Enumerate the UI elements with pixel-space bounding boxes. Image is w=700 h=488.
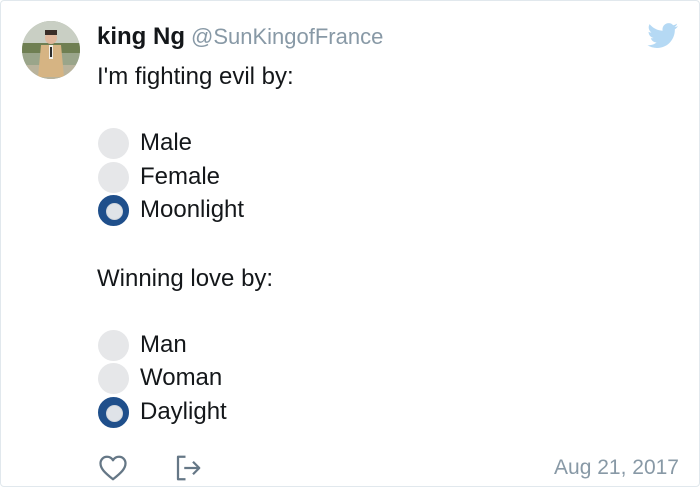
poll-option-daylight[interactable]: Daylight <box>98 396 227 428</box>
radio-unselected-icon[interactable] <box>98 362 129 394</box>
author-name[interactable]: king Ng <box>97 23 185 50</box>
option-label: Woman <box>140 364 223 391</box>
tweet-card: king Ng @SunKingofFrance I'm fighting evi… <box>0 0 700 487</box>
heart-icon[interactable] <box>98 453 128 483</box>
tweet-date[interactable]: Aug 21, 2017 <box>554 456 679 480</box>
poll-option-male[interactable]: Male <box>98 127 192 159</box>
radio-selected-icon[interactable] <box>98 194 129 226</box>
poll-option-woman[interactable]: Woman <box>98 362 222 394</box>
tweet-text-line-2: Winning love by: <box>97 265 274 292</box>
radio-unselected-icon[interactable] <box>98 127 129 159</box>
option-label: Daylight <box>140 398 227 425</box>
tweet-text-line-1: I'm fighting evil by: <box>97 63 294 90</box>
avatar[interactable] <box>22 21 80 79</box>
option-label: Man <box>140 331 187 358</box>
radio-selected-icon[interactable] <box>98 396 129 428</box>
poll-option-female[interactable]: Female <box>98 161 220 193</box>
share-icon[interactable] <box>173 453 203 483</box>
option-label: Female <box>140 163 221 190</box>
poll-option-moonlight[interactable]: Moonlight <box>98 194 244 226</box>
poll-option-man[interactable]: Man <box>98 329 187 361</box>
option-label: Moonlight <box>140 196 245 223</box>
radio-unselected-icon[interactable] <box>98 161 129 193</box>
option-label: Male <box>140 129 193 156</box>
twitter-bird-icon[interactable] <box>647 23 679 49</box>
author-handle[interactable]: @SunKingofFrance <box>191 24 383 49</box>
radio-unselected-icon[interactable] <box>98 329 129 361</box>
tweet-header: king Ng @SunKingofFrance <box>97 23 383 51</box>
